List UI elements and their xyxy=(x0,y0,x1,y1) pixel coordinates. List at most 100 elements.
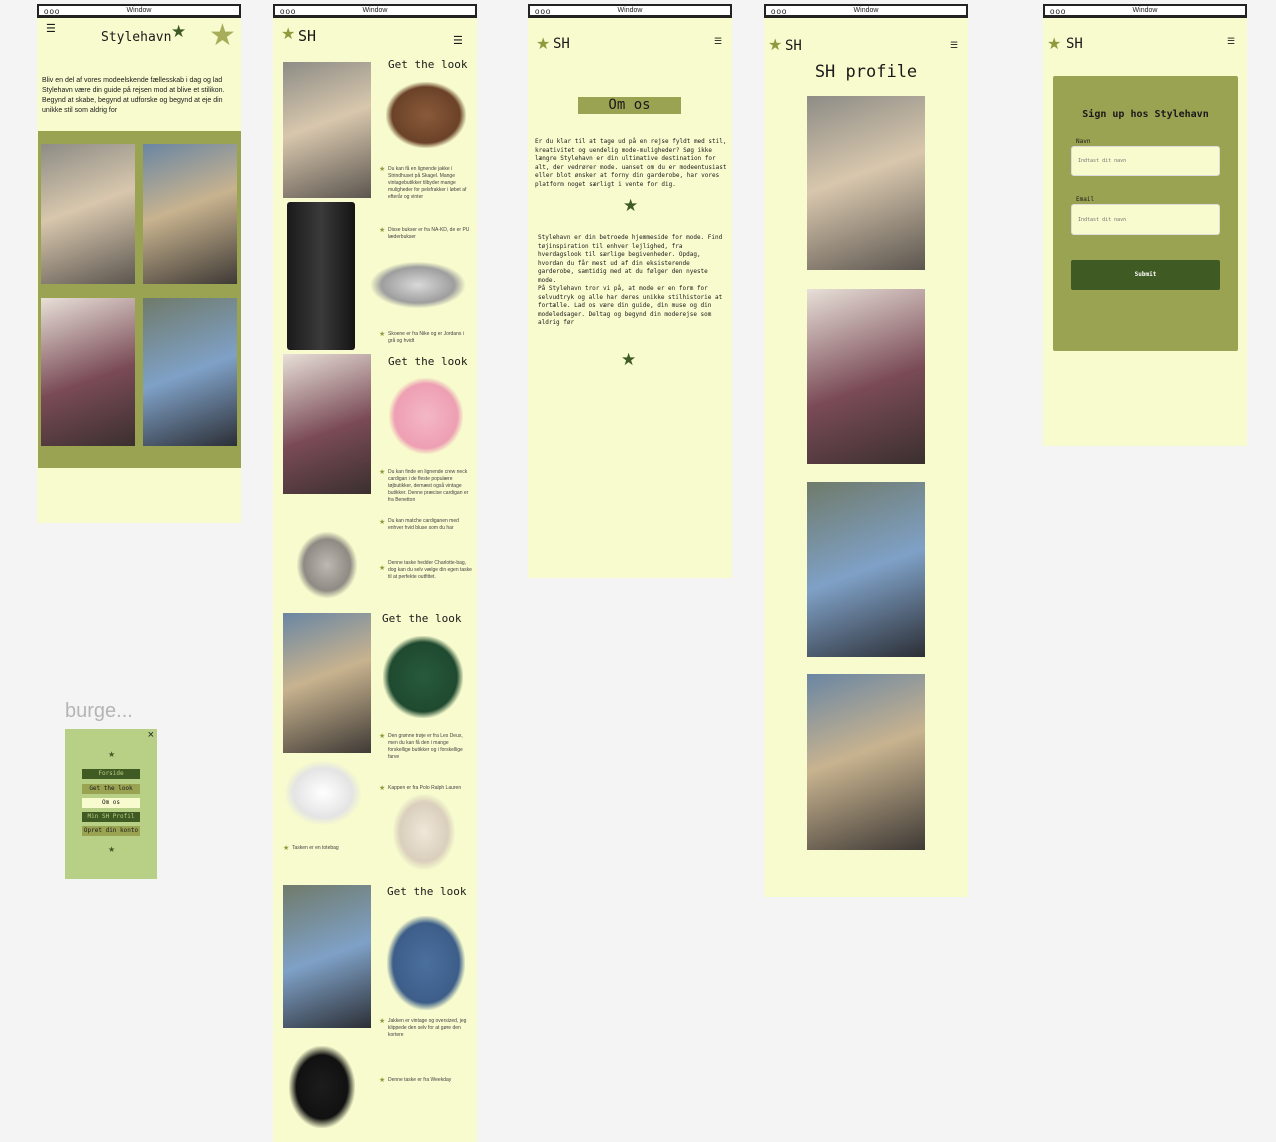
profile-photo-1[interactable] xyxy=(807,96,925,270)
outfit-photo-3[interactable] xyxy=(41,298,135,446)
burger-frame-label: burge... xyxy=(65,700,133,722)
look-heading-4: Get the look xyxy=(387,885,467,898)
window-bar: ooo Window xyxy=(528,4,732,18)
menu-icon[interactable]: ☰ xyxy=(46,22,56,35)
signup-card: Sign up hos Stylehavn Navn Email Submit xyxy=(1053,76,1238,351)
look-photo-3[interactable] xyxy=(283,613,371,753)
black-bag-image[interactable] xyxy=(289,1046,355,1128)
bullet-star-icon: ★ xyxy=(379,519,386,526)
outfit-photo-1[interactable] xyxy=(41,144,135,284)
logo-text[interactable]: SH xyxy=(553,36,570,52)
profile-photo-2[interactable] xyxy=(807,289,925,464)
look-heading-3: Get the look xyxy=(382,612,462,625)
get-the-look-frame: ooo Window ★ SH ☰ Get the look ★ Du kan … xyxy=(273,4,477,1142)
bullet-star-icon: ★ xyxy=(379,785,386,792)
menu-item-get-the-look[interactable]: Get the look xyxy=(82,784,140,794)
caption-1: Du kan få en lignende jakke i Strindhuse… xyxy=(388,166,467,200)
profile-frame: ooo Window ★ SH ☰ SH profile xyxy=(764,4,968,897)
menu-icon[interactable]: ☰ xyxy=(714,36,722,47)
logo-text[interactable]: SH xyxy=(785,38,802,54)
logo-text[interactable]: SH xyxy=(1066,36,1083,52)
handbag-image[interactable] xyxy=(297,532,357,598)
window-controls[interactable]: ooo xyxy=(44,7,60,17)
caption-2: Disse bukser er fra NA-KD, de er PU læde… xyxy=(388,227,470,240)
star-icon: ★ xyxy=(171,22,187,41)
window-controls[interactable]: ooo xyxy=(1050,7,1066,17)
fur-jacket-image[interactable] xyxy=(386,82,466,148)
caption-3: Skoene er fra Nike og er Jordans i grå o… xyxy=(388,331,464,344)
submit-button[interactable]: Submit xyxy=(1071,260,1220,290)
caption-5: Du kan matche cardiganen med enhver hvid… xyxy=(388,518,459,531)
profile-star-icon[interactable]: ★ xyxy=(209,18,236,53)
caption-10: Jakken er vintage og oversized, jeg klip… xyxy=(388,1018,467,1038)
look-heading-2: Get the look xyxy=(388,355,468,368)
caption-7: Den grønne trøje er fra Les Deux, men du… xyxy=(388,733,463,760)
caption-8: Kappen er fra Polo Ralph Lauren xyxy=(388,785,462,791)
bullet-star-icon: ★ xyxy=(379,733,386,740)
look-heading-1: Get the look xyxy=(388,58,468,71)
window-title: Window xyxy=(126,7,152,14)
logo-star-icon: ★ xyxy=(536,36,551,53)
menu-item-signup[interactable]: Opret din konto xyxy=(82,826,140,836)
denim-jacket-image[interactable] xyxy=(387,916,465,1010)
name-label: Navn xyxy=(1076,138,1091,145)
menu-item-om-os[interactable]: Om os xyxy=(82,798,140,808)
window-title: Window xyxy=(362,7,388,14)
menu-item-forside[interactable]: Forside xyxy=(82,769,140,779)
look-photo-4[interactable] xyxy=(283,885,371,1028)
window-controls[interactable]: ooo xyxy=(535,7,551,17)
name-field[interactable] xyxy=(1071,146,1220,176)
menu-item-profile[interactable]: Min SH Profil xyxy=(82,812,140,822)
caption-4: Du kan finde en lignende crew neck cardi… xyxy=(388,469,469,503)
window-title: Window xyxy=(853,7,879,14)
profile-photo-4[interactable] xyxy=(807,674,925,850)
profile-photo-3[interactable] xyxy=(807,482,925,657)
look-photo-2[interactable] xyxy=(283,354,371,494)
bullet-star-icon: ★ xyxy=(379,565,386,572)
menu-icon[interactable]: ☰ xyxy=(1227,36,1235,47)
burger-menu: × ★ Forside Get the look Om os Min SH Pr… xyxy=(65,729,157,879)
logo-text[interactable]: SH xyxy=(298,27,316,45)
menu-icon[interactable]: ☰ xyxy=(950,40,958,51)
photo-grid xyxy=(38,131,241,468)
signup-frame: ooo Window ★ SH ☰ Sign up hos Stylehavn … xyxy=(1043,4,1247,446)
bullet-star-icon: ★ xyxy=(379,166,386,173)
caption-9: Tasken er en totebag xyxy=(292,845,339,851)
green-sweater-image[interactable] xyxy=(383,636,463,718)
cap-image[interactable] xyxy=(285,761,361,825)
window-title: Window xyxy=(617,7,643,14)
email-label: Email xyxy=(1076,196,1095,203)
logo-star-icon: ★ xyxy=(281,26,296,43)
menu-icon[interactable]: ☰ xyxy=(453,34,463,47)
close-icon[interactable]: × xyxy=(148,729,154,741)
caption-11: Denne taske er fra Weekday xyxy=(388,1077,452,1083)
bullet-star-icon: ★ xyxy=(379,227,386,234)
leather-pants-image[interactable] xyxy=(287,202,355,350)
outfit-photo-2[interactable] xyxy=(143,144,237,284)
site-title: Stylehavn xyxy=(101,30,172,45)
om-os-frame: ooo Window ★ SH ☰ Om os Er du klar til a… xyxy=(528,4,732,578)
window-controls[interactable]: ooo xyxy=(771,7,787,17)
divider-star-icon: ★ xyxy=(623,196,639,215)
window-title: Window xyxy=(1132,7,1158,14)
page-heading: SH profile xyxy=(814,62,918,82)
outfit-photo-4[interactable] xyxy=(143,298,237,446)
tote-bag-image[interactable] xyxy=(393,794,455,870)
window-bar: ooo Window xyxy=(764,4,968,18)
page-heading: Om os xyxy=(578,97,681,114)
bullet-star-icon: ★ xyxy=(379,1077,386,1084)
look-photo-1[interactable] xyxy=(283,62,371,198)
email-field[interactable] xyxy=(1071,204,1220,235)
pink-cardigan-image[interactable] xyxy=(389,378,463,454)
sneaker-image[interactable] xyxy=(371,262,465,308)
about-paragraph-3: På Stylehavn tror vi på, at mode er en f… xyxy=(538,285,723,326)
window-bar: ooo Window xyxy=(1043,4,1247,18)
caption-6: Denne taske hedder Charlotte-bag, dog ka… xyxy=(388,560,472,580)
window-controls[interactable]: ooo xyxy=(280,7,296,17)
intro-text: Bliv en del af vores modeelskende fælles… xyxy=(42,77,225,114)
window-bar: ooo Window xyxy=(37,4,241,18)
bullet-star-icon: ★ xyxy=(283,845,290,852)
menu-star-icon: ★ xyxy=(108,750,116,759)
about-paragraph-2: Stylehavn er din betroede hjemmeside for… xyxy=(538,234,723,284)
signup-heading: Sign up hos Stylehavn xyxy=(1082,109,1209,120)
